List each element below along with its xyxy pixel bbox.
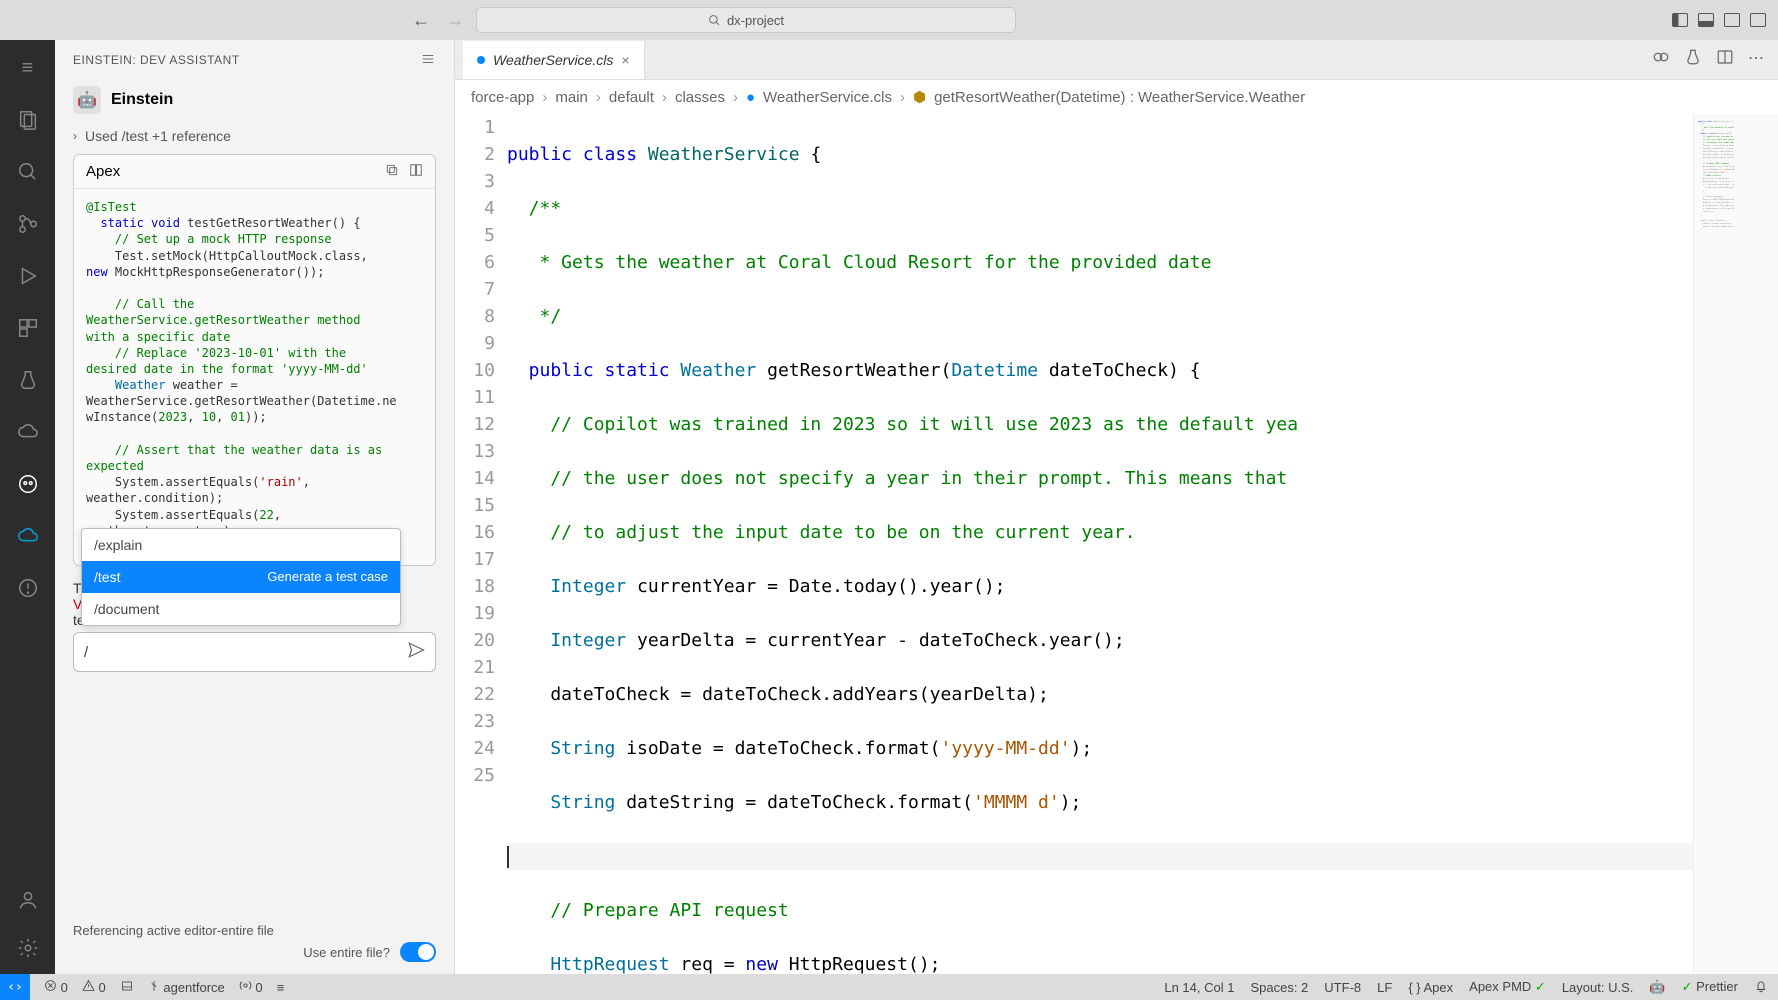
breadcrumb-segment[interactable]: main [555,89,588,106]
status-layout[interactable]: Layout: U.S. [1562,980,1634,995]
sidebar-title: EINSTEIN: DEV ASSISTANT [55,40,454,80]
status-spaces[interactable]: Spaces: 2 [1250,980,1308,995]
breadcrumb-segment[interactable]: force-app [471,89,534,106]
testing-icon[interactable] [14,366,42,394]
chat-input[interactable] [73,632,436,672]
editor-split-icon[interactable] [1716,48,1734,71]
activity-bar: ≡ [0,40,55,974]
breadcrumb-segment[interactable]: getResortWeather(Datetime) : WeatherServ… [934,89,1305,106]
slash-command-menu: /explain /test Generate a test case /doc… [81,528,401,626]
search-icon[interactable] [14,158,42,186]
reference-toggle[interactable]: › Used /test +1 reference [73,124,436,154]
footer-reference-text: Referencing active editor-entire file [73,923,436,938]
source-control-icon[interactable] [14,210,42,238]
slash-test-label: /test [94,569,120,585]
search-icon [708,14,721,27]
status-eol[interactable]: LF [1377,980,1392,995]
status-lang[interactable]: { } Apex [1408,980,1453,995]
footer-toggle-label: Use entire file? [303,945,390,960]
salesforce-cloud-icon[interactable] [14,522,42,550]
status-warnings[interactable]: 0 [82,979,106,995]
breadcrumb-segment[interactable]: default [609,89,654,106]
tab-label: WeatherService.cls [493,52,613,68]
chevron-right-icon: › [73,129,77,143]
reference-text: Used /test +1 reference [85,128,231,144]
slash-explain-label: /explain [94,537,142,553]
layout-custom-icon[interactable] [1750,13,1766,27]
code-content[interactable]: public class WeatherService { /** * Gets… [507,114,1693,974]
einstein-sidebar: EINSTEIN: DEV ASSISTANT 🤖 Einstein › Use… [55,40,455,974]
account-icon[interactable] [14,886,42,914]
sidebar-title-text: EINSTEIN: DEV ASSISTANT [73,53,240,67]
code-card-body: @IsTest static void testGetResortWeather… [74,189,435,565]
layout-right-icon[interactable] [1724,13,1740,27]
breadcrumb-segment[interactable]: classes [675,89,725,106]
layout-left-icon[interactable] [1672,13,1688,27]
tab-file-icon [477,56,485,64]
extensions-icon[interactable] [14,314,42,342]
method-icon: ⬢ [913,88,926,106]
editor-more-icon[interactable]: ⋯ [1748,48,1764,71]
breadcrumb-segment[interactable]: WeatherService.cls [763,89,892,106]
status-org[interactable]: agentforce [148,980,225,995]
insert-icon[interactable] [409,163,423,180]
minimap[interactable]: public class WeatherService { /** * Gets… [1693,114,1778,974]
titlebar: ← → dx-project [0,0,1778,40]
sidebar-actions-icon[interactable] [420,52,436,69]
command-center-search[interactable]: dx-project [476,7,1016,33]
slash-document[interactable]: /document [82,593,400,625]
status-pmd[interactable]: Apex PMD ✓ [1469,979,1546,995]
status-bell-icon[interactable] [1754,979,1768,996]
status-panel-icon[interactable] [120,980,134,995]
file-icon: ● [746,89,755,106]
status-einstein-icon[interactable]: 🤖 [1649,979,1665,995]
menu-icon[interactable]: ≡ [14,54,42,82]
status-radio-count: 0 [255,980,262,995]
chat-input-field[interactable] [84,644,407,661]
status-position[interactable]: Ln 14, Col 1 [1164,980,1234,995]
nav-forward-icon[interactable]: → [446,10,464,31]
line-gutter: 1234567891011121314151617181920212223242… [455,114,507,974]
settings-gear-icon[interactable] [14,934,42,962]
copy-icon[interactable] [385,163,399,180]
editor-tab-weatherservice[interactable]: WeatherService.cls × [463,41,645,79]
cloud-icon[interactable] [14,418,42,446]
editor-area: WeatherService.cls × ⋯ force-app› main› … [455,40,1778,974]
issues-icon[interactable] [14,574,42,602]
slash-explain[interactable]: /explain [82,529,400,561]
slash-test-desc: Generate a test case [267,569,388,585]
nav-back-icon[interactable]: ← [412,10,430,31]
editor-action-1-icon[interactable] [1652,48,1670,71]
assistant-name: Einstein [111,91,173,109]
breadcrumb[interactable]: force-app› main› default› classes› ● Wea… [455,80,1778,114]
send-icon[interactable] [407,641,425,664]
run-debug-icon[interactable] [14,262,42,290]
einstein-icon[interactable] [14,470,42,498]
layout-bottom-icon[interactable] [1698,13,1714,27]
editor-tabbar: WeatherService.cls × ⋯ [455,40,1778,80]
status-org-label: agentforce [163,980,224,995]
status-radio[interactable]: 0 [239,979,263,995]
editor-action-flask-icon[interactable] [1684,48,1702,71]
status-prettier[interactable]: ✓ Prettier [1682,979,1738,995]
status-errors[interactable]: 0 [44,979,68,995]
status-menu-icon[interactable]: ≡ [277,980,285,995]
statusbar: 0 0 agentforce 0 ≡ Ln 14, Col 1 Spaces: … [0,974,1778,1000]
slash-document-label: /document [94,601,159,617]
status-warnings-count: 0 [98,980,105,995]
code-card-lang: Apex [86,163,120,180]
status-errors-count: 0 [61,980,68,995]
code-suggestion-card: Apex @IsTest static void testGetResortWe… [73,154,436,566]
remote-indicator[interactable] [0,974,30,1000]
status-encoding[interactable]: UTF-8 [1324,980,1361,995]
code-editor[interactable]: 1234567891011121314151617181920212223242… [455,114,1778,974]
search-project-label: dx-project [727,13,784,28]
slash-test[interactable]: /test Generate a test case [82,561,400,593]
einstein-avatar-icon: 🤖 [73,86,101,114]
explorer-icon[interactable] [14,106,42,134]
use-entire-file-toggle[interactable] [400,942,436,962]
tab-close-icon[interactable]: × [621,52,629,68]
